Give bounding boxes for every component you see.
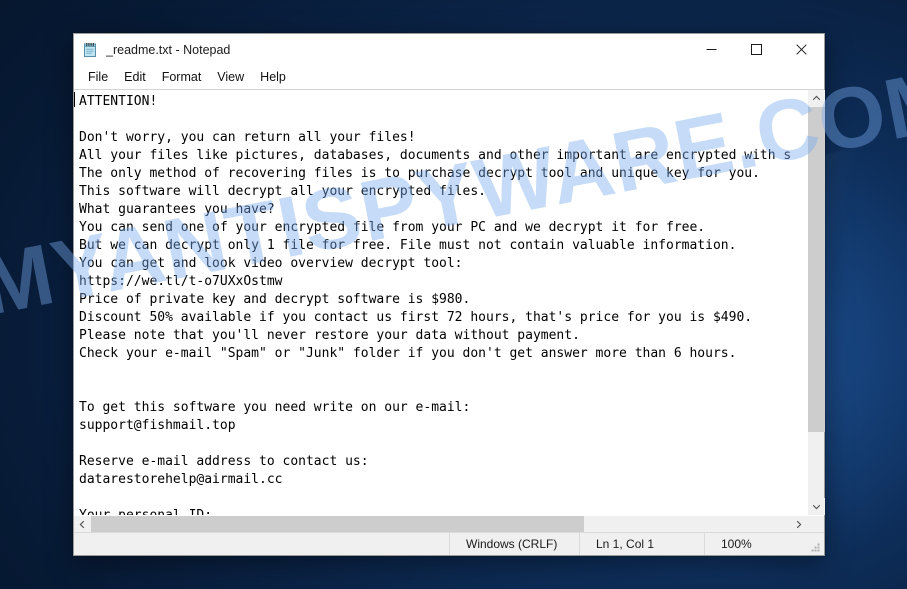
editor-area: ATTENTION! Don't worry, you can return a… xyxy=(74,89,825,533)
status-bar: Windows (CRLF) Ln 1, Col 1 100% xyxy=(74,532,824,555)
menu-item-help[interactable]: Help xyxy=(252,68,294,86)
horizontal-scrollbar[interactable] xyxy=(74,515,824,533)
window-title: _readme.txt - Notepad xyxy=(106,42,231,57)
horizontal-scrollbar-track[interactable] xyxy=(91,516,790,533)
minimize-icon xyxy=(706,49,717,50)
close-icon xyxy=(796,44,807,55)
text-editor[interactable]: ATTENTION! Don't worry, you can return a… xyxy=(74,90,807,515)
vertical-scrollbar[interactable] xyxy=(807,90,825,515)
window-controls xyxy=(689,34,824,65)
chevron-up-icon xyxy=(812,95,821,101)
minimize-button[interactable] xyxy=(689,34,734,65)
chevron-down-icon xyxy=(812,504,821,510)
ransom-note-text: ATTENTION! Don't worry, you can return a… xyxy=(79,94,792,515)
close-button[interactable] xyxy=(779,34,824,65)
vertical-scrollbar-track[interactable] xyxy=(808,107,825,498)
status-cursor-position: Ln 1, Col 1 xyxy=(579,533,704,555)
menu-item-file[interactable]: File xyxy=(80,68,116,86)
menu-bar: File Edit Format View Help xyxy=(74,65,824,89)
titlebar-left: _readme.txt - Notepad xyxy=(74,42,689,58)
status-bar-spacer xyxy=(74,533,449,555)
menu-item-edit[interactable]: Edit xyxy=(116,68,154,86)
title-bar[interactable]: _readme.txt - Notepad xyxy=(74,34,824,65)
chevron-left-icon xyxy=(79,520,85,529)
menu-item-view[interactable]: View xyxy=(209,68,252,86)
resize-grip-icon[interactable] xyxy=(809,541,821,553)
horizontal-scrollbar-thumb[interactable] xyxy=(91,516,584,533)
scroll-right-button[interactable] xyxy=(790,516,807,533)
maximize-button[interactable] xyxy=(734,34,779,65)
notepad-window: _readme.txt - Notepad File Edit Format V… xyxy=(73,33,825,556)
editor-row: ATTENTION! Don't worry, you can return a… xyxy=(74,90,825,515)
vertical-scrollbar-thumb[interactable] xyxy=(808,107,825,432)
scroll-up-button[interactable] xyxy=(808,90,825,107)
scroll-left-button[interactable] xyxy=(74,516,91,533)
status-encoding: Windows (CRLF) xyxy=(449,533,579,555)
text-caret xyxy=(74,92,75,107)
scrollbar-corner xyxy=(807,516,824,533)
maximize-icon xyxy=(751,44,762,55)
menu-item-format[interactable]: Format xyxy=(154,68,210,86)
desktop-background: _readme.txt - Notepad File Edit Format V… xyxy=(0,0,907,589)
notepad-icon xyxy=(84,42,96,57)
chevron-right-icon xyxy=(796,520,802,529)
scroll-down-button[interactable] xyxy=(808,498,825,515)
status-zoom-level: 100% xyxy=(704,533,824,555)
